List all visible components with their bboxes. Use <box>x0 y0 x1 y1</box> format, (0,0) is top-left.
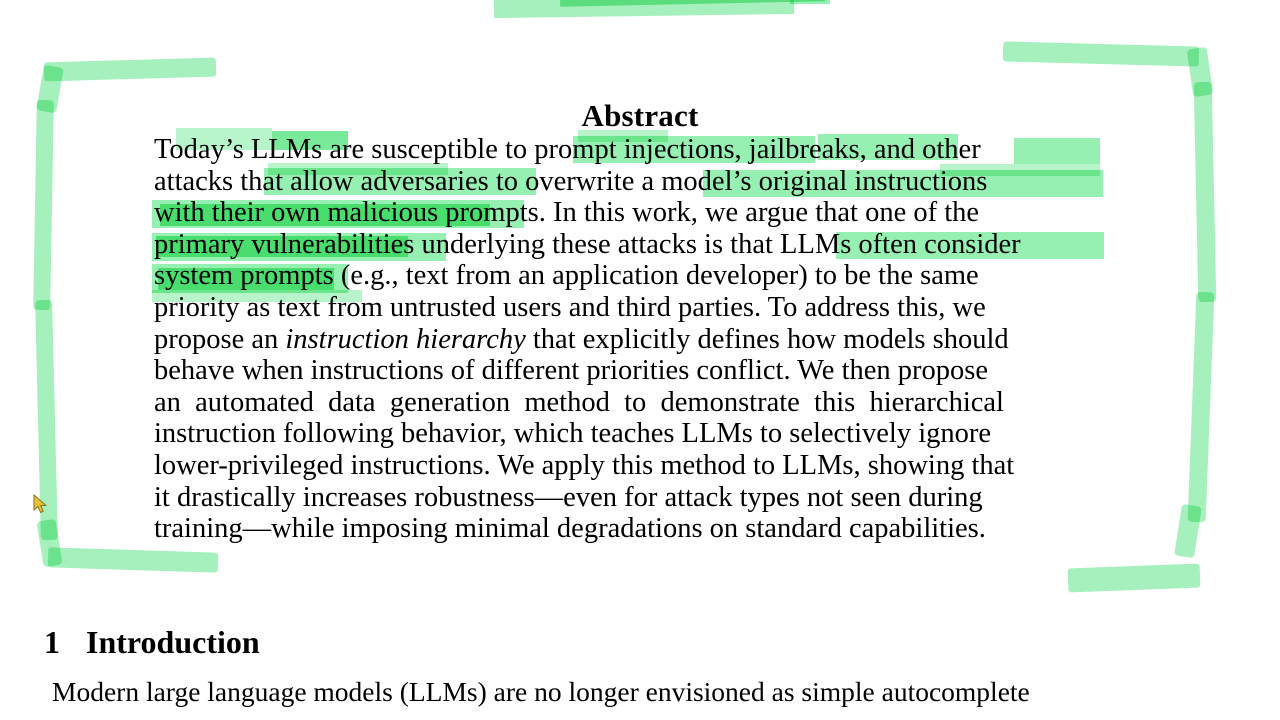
abstract-line-8: behave when instructions of different pr… <box>154 355 989 387</box>
section-title: Introduction <box>86 624 260 661</box>
abstract-line-3: with their own malicious prompts. In thi… <box>154 197 980 229</box>
intro-line-1: Modern large language models (LLMs) are … <box>52 676 1030 707</box>
abstract-italic-term: instruction hierarchy <box>285 323 526 355</box>
abstract-line-9: an automated data generation method to d… <box>154 386 1004 418</box>
abstract-line-13: training—while imposing minimal degradat… <box>154 513 986 545</box>
abstract-line-4: primary vulnerabilities underlying these… <box>154 228 1021 260</box>
document-page: Abstract Today’s LLMs are susceptible to… <box>0 0 1280 720</box>
introduction-paragraph: Modern large language models (LLMs) are … <box>52 675 1232 708</box>
document-text-layer: Abstract Today’s LLMs are susceptible to… <box>0 0 1280 720</box>
abstract-line-5: system prompts (e.g., text from an appli… <box>154 260 979 292</box>
page-title-abstract: Abstract <box>581 97 699 133</box>
section-number: 1 <box>44 624 60 661</box>
abstract-line-7-head: propose an <box>154 323 286 355</box>
abstract-line-7: propose an instruction hierarchy that ex… <box>154 324 1097 356</box>
abstract-line-11: lower-privileged instructions. We apply … <box>154 449 1015 481</box>
abstract-paragraph: Today’s LLMs are susceptible to prompt i… <box>154 134 1097 545</box>
mouse-cursor-icon <box>33 494 48 514</box>
abstract-line-2: attacks that allow adversaries to overwr… <box>154 165 988 197</box>
abstract-line-10: instruction following behavior, which te… <box>154 418 992 450</box>
abstract-line-12: it drastically increases robustness—even… <box>154 481 983 513</box>
section-heading-introduction: 1 Introduction <box>44 624 260 661</box>
abstract-line-6: priority as text from untrusted users an… <box>154 291 986 323</box>
abstract-line-1: Today’s LLMs are susceptible to prompt i… <box>154 134 981 165</box>
abstract-line-7-tail: that explicitly defines how models shoul… <box>525 323 1009 355</box>
